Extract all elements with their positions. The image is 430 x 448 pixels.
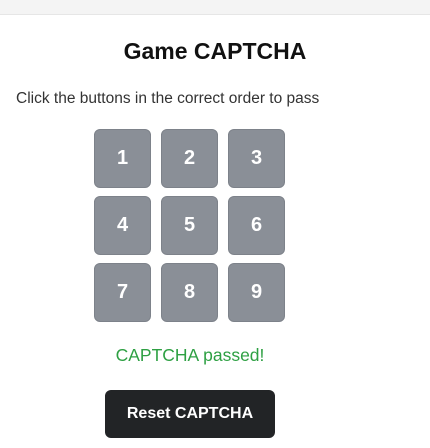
captcha-status-message: CAPTCHA passed! [115, 345, 265, 365]
captcha-button-2[interactable]: 2 [161, 129, 218, 188]
captcha-button-5[interactable]: 5 [161, 196, 218, 255]
captcha-button-1[interactable]: 1 [94, 129, 151, 188]
captcha-page: Game CAPTCHA Click the buttons in the co… [0, 0, 430, 448]
top-bar [0, 0, 430, 15]
captcha-button-3[interactable]: 3 [228, 129, 285, 188]
captcha-button-7[interactable]: 7 [94, 263, 151, 322]
captcha-button-4[interactable]: 4 [94, 196, 151, 255]
instructions-text: Click the buttons in the correct order t… [16, 90, 320, 107]
captcha-button-9[interactable]: 9 [228, 263, 285, 322]
captcha-button-8[interactable]: 8 [161, 263, 218, 322]
captcha-button-grid: 1 2 3 4 5 6 7 8 9 [94, 129, 286, 322]
page-title: Game CAPTCHA [123, 38, 307, 64]
captcha-button-6[interactable]: 6 [228, 196, 285, 255]
reset-captcha-button[interactable]: Reset CAPTCHA [105, 390, 275, 438]
